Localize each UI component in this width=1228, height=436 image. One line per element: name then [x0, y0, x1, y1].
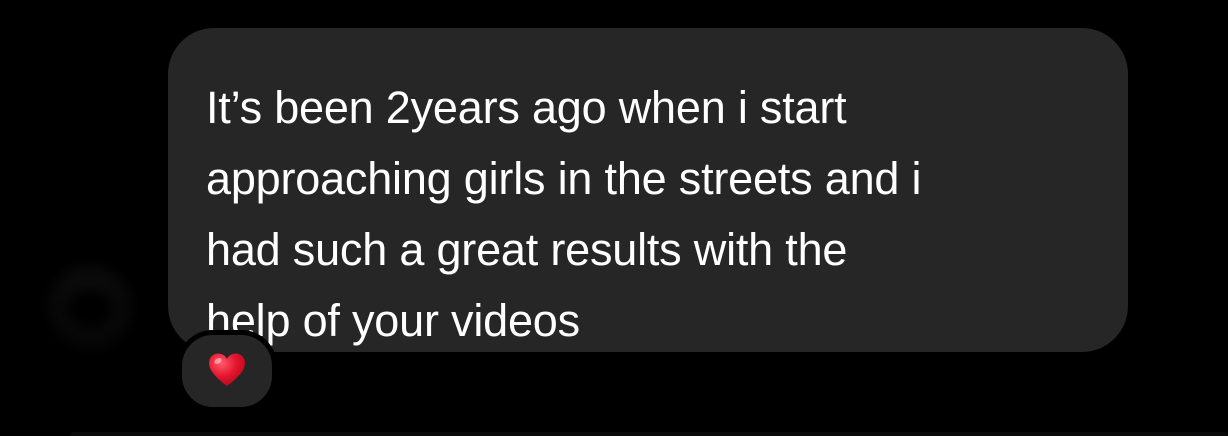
reaction-badge[interactable] [177, 330, 277, 412]
sender-avatar[interactable] [44, 262, 136, 354]
message-bubble[interactable]: It’s been 2years ago when i start approa… [168, 28, 1128, 352]
red-heart-icon [209, 353, 245, 386]
next-message-edge [70, 432, 1228, 436]
message-text: It’s been 2years ago when i start approa… [206, 82, 922, 346]
